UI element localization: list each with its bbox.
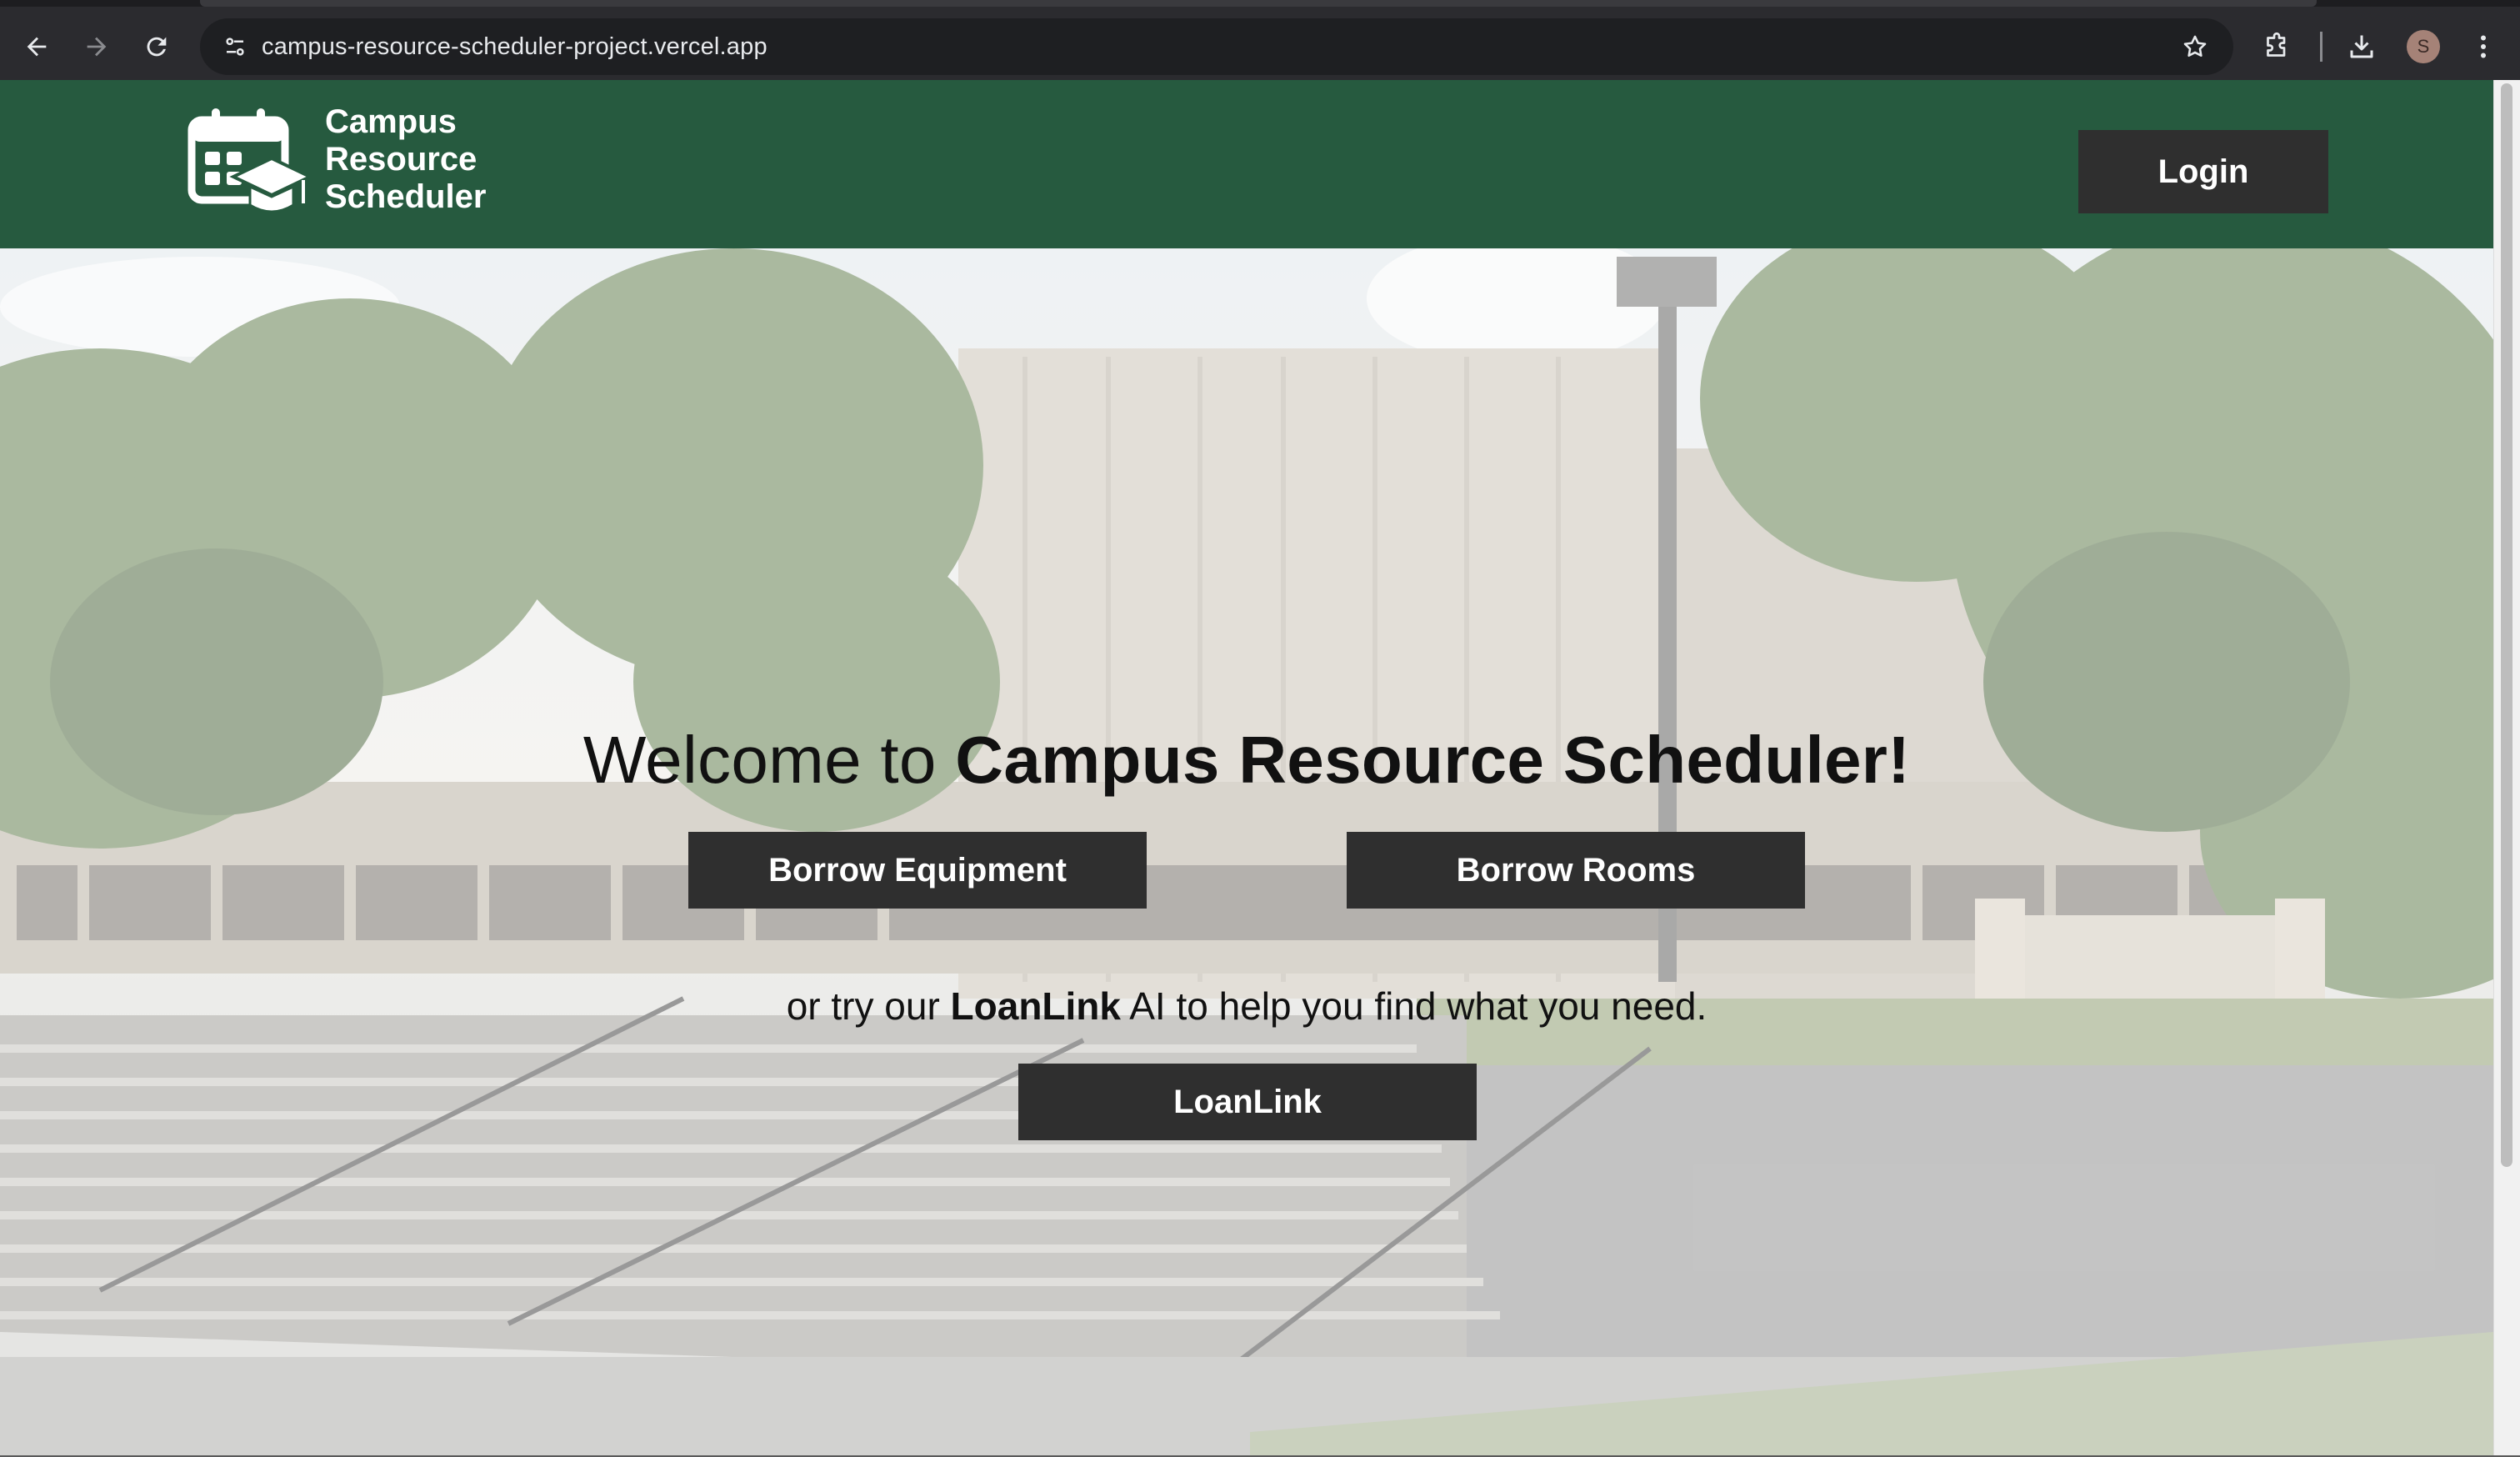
extensions-icon: [2267, 32, 2286, 57]
downloads-icon: [2350, 35, 2373, 58]
url-text[interactable]: campus-resource-scheduler-project.vercel…: [262, 18, 768, 75]
browser-menu-button[interactable]: [2462, 25, 2505, 68]
login-button[interactable]: Login: [2078, 130, 2328, 213]
scrollbar-thumb[interactable]: [2501, 83, 2512, 1167]
downloads-button[interactable]: [2340, 25, 2383, 68]
logo-line-1: Campus: [325, 103, 457, 140]
active-tab-strip[interactable]: [200, 0, 2317, 7]
browser-toolbar: campus-resource-scheduler-project.vercel…: [0, 0, 2520, 80]
welcome-heading: Welcome to Campus Resource Scheduler!: [0, 722, 2493, 799]
back-button[interactable]: [15, 25, 58, 68]
toolbar-divider: [2320, 32, 2322, 62]
page-viewport: Campus Resource Scheduler Login Welcome …: [0, 80, 2493, 1457]
forward-icon: [87, 37, 107, 57]
welcome-prefix: Welcome to: [582, 723, 956, 797]
loanlink-button[interactable]: LoanLink: [1018, 1064, 1477, 1140]
profile-avatar[interactable]: S: [2407, 30, 2440, 63]
reload-icon: [147, 37, 167, 57]
address-bar[interactable]: campus-resource-scheduler-project.vercel…: [200, 18, 2233, 75]
loanlink-prompt: or try our LoanLink AI to help you find …: [0, 984, 2493, 1029]
back-icon: [27, 37, 47, 57]
logo-line-2: Resource: [325, 141, 478, 178]
calendar-graduation-cap-icon: [188, 108, 312, 213]
site-info-button[interactable]: [215, 27, 255, 67]
bookmark-star-icon: [2183, 35, 2207, 58]
subtext-suffix: AI to help you find what you need.: [1121, 984, 1708, 1028]
reload-button[interactable]: [135, 25, 178, 68]
more-vert-icon: [2481, 35, 2486, 58]
forward-button[interactable]: [75, 25, 118, 68]
logo-wordmark[interactable]: Campus Resource Scheduler: [325, 103, 486, 216]
hero-section: Welcome to Campus Resource Scheduler! Bo…: [0, 248, 2493, 1457]
welcome-app-name: Campus Resource Scheduler!: [955, 723, 1911, 797]
borrow-rooms-button[interactable]: Borrow Rooms: [1347, 832, 1805, 909]
site-header: Campus Resource Scheduler Login: [0, 80, 2493, 248]
logo-line-3: Scheduler: [325, 178, 487, 215]
subtext-prefix: or try our: [786, 984, 951, 1028]
bookmark-button[interactable]: [2177, 28, 2213, 65]
borrow-equipment-button[interactable]: Borrow Equipment: [688, 832, 1147, 909]
subtext-brand: LoanLink: [950, 984, 1121, 1028]
hero-overlay: [0, 248, 2493, 1457]
extensions-button[interactable]: [2255, 25, 2298, 68]
site-info-icon: [226, 38, 244, 56]
